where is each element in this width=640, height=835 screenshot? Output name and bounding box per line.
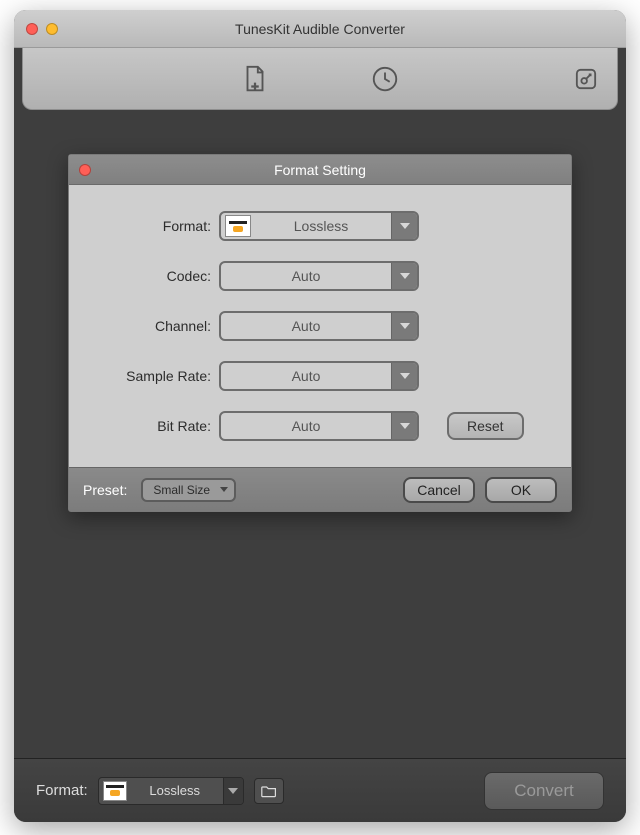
chevron-down-icon [391,313,417,339]
sample-rate-value: Auto [221,368,391,384]
format-value: Lossless [251,218,391,234]
bit-rate-dropdown[interactable]: Auto [219,411,419,441]
reset-button[interactable]: Reset [447,412,524,440]
codec-label: Codec: [99,268,219,284]
codec-dropdown[interactable]: Auto [219,261,419,291]
bit-rate-label: Bit Rate: [99,418,219,434]
bottom-format-value: Lossless [127,783,223,798]
add-file-icon[interactable] [240,64,270,94]
output-folder-button[interactable] [254,778,284,804]
app-window: TunesKit Audible Converter Format Settin… [14,10,626,822]
dialog-body: Format: Lossless Codec: Auto Channel: Au… [69,185,571,467]
sample-rate-label: Sample Rate: [99,368,219,384]
bottom-bar: Format: Lossless Convert [14,758,626,822]
main-toolbar [22,48,618,110]
ok-button[interactable]: OK [485,477,557,503]
cancel-button[interactable]: Cancel [403,477,475,503]
chevron-down-icon [223,778,243,804]
close-window-button[interactable] [26,23,38,35]
channel-dropdown[interactable]: Auto [219,311,419,341]
dialog-header: Format Setting [69,155,571,185]
sample-rate-dropdown[interactable]: Auto [219,361,419,391]
history-icon[interactable] [370,64,400,94]
bottom-format-dropdown[interactable]: Lossless [98,777,244,805]
register-key-icon[interactable] [571,64,601,94]
preset-dropdown[interactable]: Small Size [141,478,236,502]
codec-value: Auto [221,268,391,284]
channel-value: Auto [221,318,391,334]
format-setting-dialog: Format Setting Format: Lossless Codec: A… [68,154,572,512]
window-controls [26,23,58,35]
dialog-title: Format Setting [69,162,571,178]
channel-label: Channel: [99,318,219,334]
minimize-window-button[interactable] [46,23,58,35]
chevron-down-icon [391,413,417,439]
app-title: TunesKit Audible Converter [14,21,626,37]
convert-button[interactable]: Convert [484,772,604,810]
lossless-icon [225,215,251,237]
bit-rate-value: Auto [221,418,391,434]
close-dialog-button[interactable] [79,164,91,176]
preset-label: Preset: [83,482,127,498]
preset-value: Small Size [153,483,210,497]
titlebar: TunesKit Audible Converter [14,10,626,48]
lossless-icon [103,781,127,801]
dialog-footer: Preset: Small Size Cancel OK [69,467,571,511]
chevron-down-icon [391,263,417,289]
format-label: Format: [99,218,219,234]
chevron-down-icon [391,363,417,389]
bottom-format-label: Format: [36,782,88,799]
format-dropdown[interactable]: Lossless [219,211,419,241]
chevron-down-icon [391,213,417,239]
